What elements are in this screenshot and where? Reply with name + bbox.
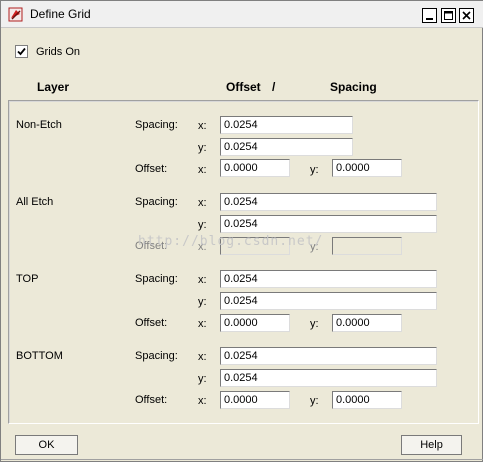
app-icon	[8, 7, 23, 22]
layer-header: Layer	[37, 80, 70, 94]
x-label: x:	[198, 197, 207, 209]
offset-label: Offset:	[135, 317, 168, 329]
non-etch-offset-x-input[interactable]: 0.0000	[220, 159, 290, 177]
all-etch-spacing-x-input[interactable]: 0.0254	[220, 193, 437, 211]
y-label: y:	[198, 373, 207, 385]
top-spacing-x-input[interactable]: 0.0254	[220, 270, 437, 288]
watermark-text: http://blog.csdn.net/	[138, 234, 324, 249]
maximize-icon	[444, 11, 453, 20]
x-label: x:	[198, 351, 207, 363]
close-button[interactable]	[459, 8, 474, 23]
title-bar[interactable]: Define Grid	[1, 1, 483, 28]
y-label: y:	[310, 164, 319, 176]
y-label: y:	[198, 296, 207, 308]
x-label: x:	[198, 395, 207, 407]
layer-name-bottom: BOTTOM	[16, 350, 63, 362]
top-offset-x-input[interactable]: 0.0000	[220, 314, 290, 332]
layer-name-top: TOP	[16, 273, 39, 285]
define-grid-window: Define Grid Grids On Layer Offset / Spac…	[0, 0, 483, 462]
y-label: y:	[310, 395, 319, 407]
minimize-icon	[426, 18, 433, 20]
spacing-label: Spacing:	[135, 119, 178, 131]
bottom-spacing-y-input[interactable]: 0.0254	[220, 369, 437, 387]
y-label: y:	[310, 318, 319, 330]
layer-name-non-etch: Non-Etch	[16, 119, 62, 131]
non-etch-spacing-x-input[interactable]: 0.0254	[220, 116, 353, 134]
non-etch-offset-y-input[interactable]: 0.0000	[332, 159, 402, 177]
window-title: Define Grid	[30, 7, 91, 21]
x-label: x:	[198, 318, 207, 330]
offset-header: Offset	[226, 80, 261, 94]
offset-label: Offset:	[135, 163, 168, 175]
checkmark-icon	[17, 47, 26, 56]
bottom-spacing-x-input[interactable]: 0.0254	[220, 347, 437, 365]
x-label: x:	[198, 274, 207, 286]
top-offset-y-input[interactable]: 0.0000	[332, 314, 402, 332]
spacing-header: Spacing	[330, 80, 377, 94]
status-bar	[1, 459, 483, 464]
top-spacing-y-input[interactable]: 0.0254	[220, 292, 437, 310]
maximize-button[interactable]	[441, 8, 456, 23]
bottom-offset-y-input[interactable]: 0.0000	[332, 391, 402, 409]
layer-name-all-etch: All Etch	[16, 196, 54, 208]
bottom-offset-x-input[interactable]: 0.0000	[220, 391, 290, 409]
header-separator: /	[272, 80, 276, 94]
help-button[interactable]: Help	[401, 435, 462, 455]
non-etch-spacing-y-input[interactable]: 0.0254	[220, 138, 353, 156]
y-label: y:	[198, 219, 207, 231]
x-label: x:	[198, 120, 207, 132]
grids-on-checkbox[interactable]	[15, 45, 28, 58]
offset-label: Offset:	[135, 394, 168, 406]
all-etch-spacing-y-input[interactable]: 0.0254	[220, 215, 437, 233]
minimize-button[interactable]	[422, 8, 437, 23]
all-etch-offset-y-input[interactable]	[332, 237, 402, 255]
y-label: y:	[198, 142, 207, 154]
ok-button[interactable]: OK	[15, 435, 78, 455]
spacing-label: Spacing:	[135, 196, 178, 208]
spacing-label: Spacing:	[135, 350, 178, 362]
spacing-label: Spacing:	[135, 273, 178, 285]
x-label: x:	[198, 164, 207, 176]
close-icon	[462, 11, 471, 20]
grids-on-label: Grids On	[36, 46, 81, 58]
